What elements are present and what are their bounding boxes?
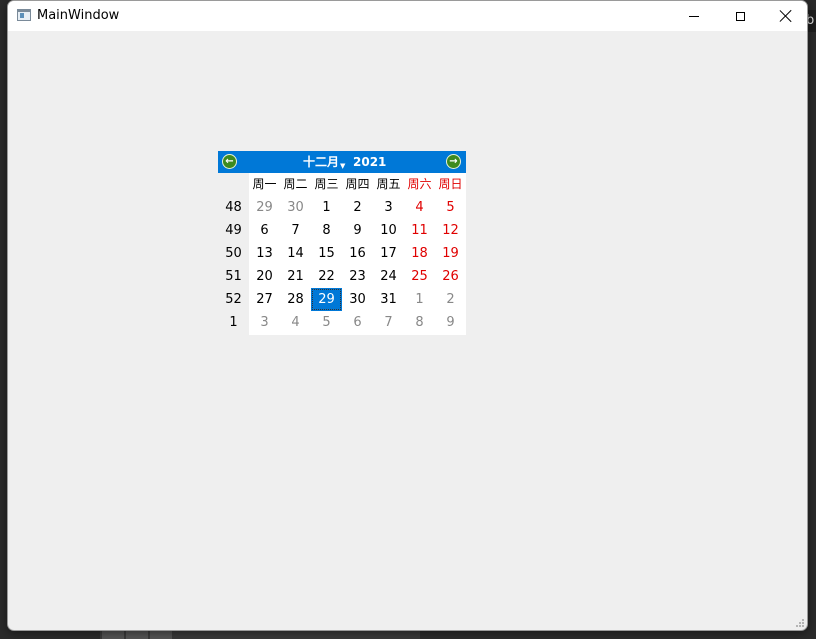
calendar-day[interactable]: 25 bbox=[404, 265, 435, 288]
calendar-day[interactable]: 31 bbox=[373, 288, 404, 311]
week-number: 49 bbox=[225, 223, 242, 238]
app-window-icon bbox=[17, 9, 31, 21]
weekday-header: 周四 bbox=[345, 177, 370, 191]
calendar-day[interactable]: 8 bbox=[311, 219, 342, 242]
calendar-day[interactable]: 1 bbox=[311, 196, 342, 219]
calendar-navigation-bar: ← 十二月▼ 2021 → bbox=[218, 151, 466, 173]
calendar-day[interactable]: 3 bbox=[249, 311, 280, 334]
calendar-day[interactable]: 4 bbox=[404, 196, 435, 219]
weekday-header: 周日 bbox=[438, 177, 463, 191]
calendar-day[interactable]: 16 bbox=[342, 242, 373, 265]
weekday-header: 周六 bbox=[407, 177, 432, 191]
arrow-right-icon: → bbox=[449, 156, 458, 167]
arrow-left-icon: ← bbox=[225, 156, 234, 167]
prev-month-button[interactable]: ← bbox=[222, 154, 237, 169]
calendar-day[interactable]: 28 bbox=[280, 288, 311, 311]
calendar-day[interactable]: 29 bbox=[249, 196, 280, 219]
background-segment bbox=[150, 630, 172, 639]
chevron-down-icon: ▼ bbox=[340, 162, 346, 170]
calendar-day[interactable]: 12 bbox=[435, 219, 466, 242]
calendar-day[interactable]: 14 bbox=[280, 242, 311, 265]
title-bar[interactable]: MainWindow bbox=[8, 1, 807, 31]
calendar-day[interactable]: 26 bbox=[435, 265, 466, 288]
calendar-day[interactable]: 24 bbox=[373, 265, 404, 288]
weekday-header: 周二 bbox=[283, 177, 308, 191]
next-month-button[interactable]: → bbox=[446, 154, 461, 169]
close-icon bbox=[780, 10, 792, 22]
month-label: 十二月 bbox=[303, 155, 340, 169]
calendar-day[interactable]: 18 bbox=[404, 242, 435, 265]
resize-grip[interactable] bbox=[796, 619, 804, 627]
maximize-button[interactable] bbox=[717, 1, 763, 31]
calendar-day[interactable]: 27 bbox=[249, 288, 280, 311]
weekday-header: 周一 bbox=[252, 177, 277, 191]
calendar-day[interactable]: 17 bbox=[373, 242, 404, 265]
calendar-day[interactable]: 7 bbox=[373, 311, 404, 334]
calendar-day[interactable]: 13 bbox=[249, 242, 280, 265]
calendar-day[interactable]: 9 bbox=[435, 311, 466, 334]
main-window: MainWindow ← 十二月▼ 2021 → 周一 周二 周三 周四 周五 周六 周日 4… bbox=[7, 0, 808, 631]
week-number: 51 bbox=[225, 269, 242, 284]
calendar-day[interactable]: 5 bbox=[435, 196, 466, 219]
month-selector[interactable]: 十二月▼ bbox=[303, 153, 345, 175]
calendar-day[interactable]: 6 bbox=[342, 311, 373, 334]
week-number: 48 bbox=[225, 200, 242, 215]
background-segment bbox=[102, 630, 124, 639]
calendar-day[interactable]: 10 bbox=[373, 219, 404, 242]
calendar-day-selected[interactable]: 29 bbox=[311, 288, 342, 311]
calendar-day[interactable]: 1 bbox=[404, 288, 435, 311]
week-number: 52 bbox=[225, 292, 242, 307]
calendar-day[interactable]: 20 bbox=[249, 265, 280, 288]
minimize-button[interactable] bbox=[671, 1, 717, 31]
close-button[interactable] bbox=[763, 1, 807, 31]
calendar-day[interactable]: 8 bbox=[404, 311, 435, 334]
minimize-icon bbox=[689, 15, 699, 17]
background-segment bbox=[126, 630, 148, 639]
calendar-day[interactable]: 2 bbox=[435, 288, 466, 311]
calendar-day[interactable]: 5 bbox=[311, 311, 342, 334]
calendar-day[interactable]: 9 bbox=[342, 219, 373, 242]
calendar-day[interactable]: 19 bbox=[435, 242, 466, 265]
calendar-widget[interactable]: ← 十二月▼ 2021 → 周一 周二 周三 周四 周五 周六 周日 48 29 30 1 2 3 4 5 4… bbox=[218, 151, 466, 335]
maximize-icon bbox=[735, 11, 745, 21]
calendar-day[interactable]: 4 bbox=[280, 311, 311, 334]
calendar-day[interactable]: 15 bbox=[311, 242, 342, 265]
weekday-header: 周五 bbox=[376, 177, 401, 191]
weekday-header: 周三 bbox=[314, 177, 339, 191]
calendar-day[interactable]: 3 bbox=[373, 196, 404, 219]
calendar-day[interactable]: 30 bbox=[342, 288, 373, 311]
calendar-day[interactable]: 22 bbox=[311, 265, 342, 288]
calendar-day[interactable]: 21 bbox=[280, 265, 311, 288]
calendar-day[interactable]: 6 bbox=[249, 219, 280, 242]
year-selector[interactable]: 2021 bbox=[353, 153, 386, 171]
week-number: 1 bbox=[229, 315, 238, 330]
calendar-day[interactable]: 30 bbox=[280, 196, 311, 219]
calendar-day[interactable]: 2 bbox=[342, 196, 373, 219]
calendar-day[interactable]: 7 bbox=[280, 219, 311, 242]
window-title: MainWindow bbox=[37, 8, 120, 23]
calendar-day[interactable]: 11 bbox=[404, 219, 435, 242]
calendar-day[interactable]: 23 bbox=[342, 265, 373, 288]
week-number: 50 bbox=[225, 246, 242, 261]
